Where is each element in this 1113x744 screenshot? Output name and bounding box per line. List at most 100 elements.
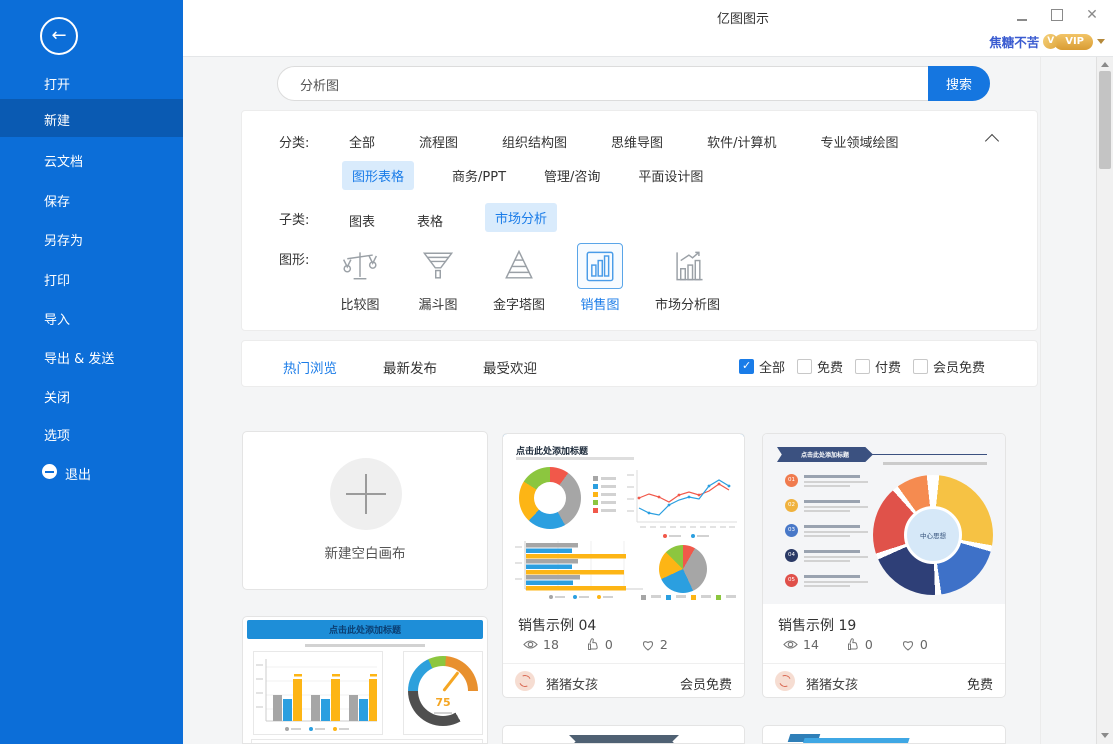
filter-all-label: 全部: [759, 357, 785, 376]
category-manage[interactable]: 管理/咨询: [544, 166, 600, 185]
checkbox-checked-icon[interactable]: [739, 359, 754, 374]
checkbox-icon[interactable]: [855, 359, 870, 374]
category-pro[interactable]: 专业领域绘图: [820, 132, 898, 151]
badge-05: 05: [785, 574, 798, 587]
banner-rule: [871, 454, 987, 456]
gauge-value: 75: [408, 696, 478, 709]
badge-01: 01: [785, 474, 798, 487]
scroll-down-icon[interactable]: [1101, 733, 1109, 738]
sidebar-item-export[interactable]: 导出 & 发送: [44, 348, 114, 367]
shape-market-label: 市场分析图: [655, 294, 720, 313]
template-card-sale19[interactable]: 点击此处添加标题 01 02 03: [762, 433, 1006, 698]
user-account[interactable]: 焦糖不苦 V VIP: [989, 32, 1105, 51]
category-org[interactable]: 组织结构图: [502, 132, 567, 151]
sidebar-item-cloud[interactable]: 云文档: [44, 151, 83, 170]
author-name[interactable]: 猪猪女孩: [806, 674, 858, 693]
sidebar-item-open[interactable]: 打开: [44, 74, 70, 93]
template-stats: 18 0 2: [523, 637, 668, 652]
title-bar: 亿图图示 ✕ 焦糖不苦 V VIP: [183, 0, 1113, 57]
subcategory-row: 图表 表格 市场分析: [349, 203, 557, 232]
scroll-up-icon[interactable]: [1101, 62, 1109, 67]
search-input[interactable]: [298, 67, 902, 102]
sidebar-active-highlight: [0, 99, 183, 137]
heart-icon: [641, 639, 655, 651]
preview-note: [883, 462, 987, 465]
favorites-stat[interactable]: 0: [901, 637, 928, 652]
subcategory-market[interactable]: 市场分析: [485, 203, 557, 232]
category-business[interactable]: 商务/PPT: [452, 166, 506, 185]
close-icon[interactable]: ✕: [1079, 6, 1105, 24]
shape-funnel-label: 漏斗图: [418, 294, 457, 313]
minimize-icon[interactable]: [1009, 6, 1035, 24]
subcategory-chart[interactable]: 图表: [349, 205, 375, 230]
shapes-label: 图形:: [279, 249, 309, 268]
shape-sales[interactable]: 销售图: [577, 243, 623, 313]
category-chart-table[interactable]: 图形表格: [342, 161, 414, 190]
eye-icon: [783, 639, 798, 650]
back-icon[interactable]: ←: [40, 17, 78, 55]
badge-03: 03: [785, 524, 798, 537]
likes-count: 0: [605, 637, 613, 652]
chevron-down-icon[interactable]: [1097, 39, 1105, 44]
scrollbar[interactable]: [1096, 57, 1113, 744]
username: 焦糖不苦: [989, 32, 1039, 51]
preview-pie-legend: [641, 595, 736, 600]
eye-icon: [523, 639, 538, 650]
badge-02: 02: [785, 499, 798, 512]
category-flow[interactable]: 流程图: [419, 132, 458, 151]
likes-stat[interactable]: 0: [847, 637, 873, 652]
sidebar-item-save[interactable]: 保存: [44, 191, 70, 210]
sidebar-item-import[interactable]: 导入: [44, 309, 70, 328]
template-card-partial-left[interactable]: 点击此处添加标题 75: [242, 616, 488, 744]
category-all[interactable]: 全部: [349, 132, 375, 151]
shape-funnel[interactable]: 漏斗图: [415, 243, 461, 313]
likes-stat[interactable]: 0: [587, 637, 613, 652]
scrollbar-thumb[interactable]: [1099, 71, 1111, 169]
category-mindmap[interactable]: 思维导图: [611, 132, 663, 151]
content-divider: [1040, 57, 1041, 744]
sidebar-item-print[interactable]: 打印: [44, 270, 70, 289]
sidebar-item-quit[interactable]: 退出: [65, 464, 91, 483]
subcategory-table[interactable]: 表格: [417, 205, 443, 230]
sidebar-item-close[interactable]: 关闭: [44, 387, 70, 406]
sidebar-item-new[interactable]: 新建: [44, 110, 70, 129]
template-preview: 点击此处添加标题: [503, 434, 744, 604]
filter-member-free[interactable]: 会员免费: [913, 357, 985, 376]
price-filters: 全部 免费 付费 会员免费: [739, 357, 985, 376]
plus-circle: [330, 458, 402, 530]
search-button[interactable]: 搜索: [928, 66, 990, 101]
preview-donut-legend: [593, 476, 616, 516]
funnel-icon: [415, 243, 461, 289]
shape-compare[interactable]: 比较图: [337, 243, 383, 313]
preview-pie-chart: [659, 545, 707, 593]
template-card-partial-mid[interactable]: [502, 725, 745, 744]
tab-hot[interactable]: 热门浏览: [283, 357, 337, 377]
shape-pyramid[interactable]: 金字塔图: [493, 243, 545, 313]
blank-canvas-card[interactable]: 新建空白画布: [242, 431, 488, 590]
shape-market[interactable]: 市场分析图: [655, 243, 720, 313]
filter-paid[interactable]: 付费: [855, 357, 901, 376]
views-stat: 18: [523, 637, 559, 652]
template-card-sale04[interactable]: 点击此处添加标题: [502, 433, 745, 698]
checkbox-icon[interactable]: [913, 359, 928, 374]
collapse-chevron-icon[interactable]: [985, 134, 999, 148]
sidebar-item-saveas[interactable]: 另存为: [44, 230, 83, 249]
preview-grouped-bar-chart: [253, 651, 383, 735]
template-card-partial-right[interactable]: [762, 725, 1006, 744]
category-software[interactable]: 软件/计算机: [707, 132, 776, 151]
thumbs-up-icon: [587, 638, 600, 651]
maximize-icon[interactable]: [1044, 6, 1070, 24]
filter-all[interactable]: 全部: [739, 357, 785, 376]
author-name[interactable]: 猪猪女孩: [546, 674, 598, 693]
preview-banner: 点击此处添加标题: [777, 447, 873, 462]
tab-popular[interactable]: 最受欢迎: [483, 357, 537, 377]
category-design[interactable]: 平面设计图: [638, 166, 703, 185]
card-footer-divider: [763, 663, 1005, 664]
sidebar-item-options[interactable]: 选项: [44, 425, 70, 444]
favorites-stat[interactable]: 2: [641, 637, 668, 652]
tab-newest[interactable]: 最新发布: [383, 357, 437, 377]
donut-center-label: 中心思想: [904, 506, 962, 564]
checkbox-icon[interactable]: [797, 359, 812, 374]
views-count: 18: [543, 637, 559, 652]
filter-free[interactable]: 免费: [797, 357, 843, 376]
